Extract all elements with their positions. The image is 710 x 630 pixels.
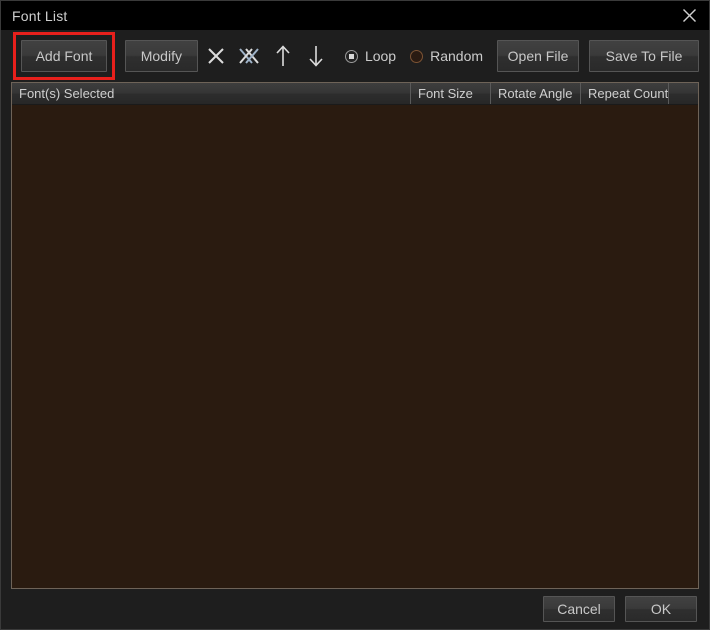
- modify-button[interactable]: Modify: [125, 40, 198, 72]
- delete-all-icon: [238, 46, 262, 66]
- radio-random[interactable]: Random: [410, 48, 483, 64]
- ok-button[interactable]: OK: [625, 596, 697, 622]
- font-list-dialog: Font List Add Font Modify Loop Random Op…: [0, 0, 710, 630]
- delete-button[interactable]: [202, 39, 231, 73]
- arrow-down-icon: [308, 45, 324, 67]
- radio-loop-label: Loop: [364, 48, 397, 64]
- open-file-button[interactable]: Open File: [497, 40, 580, 72]
- radio-loop-indicator: [344, 49, 358, 63]
- delete-all-button[interactable]: [235, 39, 264, 73]
- toolbar: Add Font Modify Loop Random Open File Sa…: [1, 30, 709, 82]
- close-icon: [682, 8, 697, 23]
- cancel-button[interactable]: Cancel: [543, 596, 615, 622]
- table-body[interactable]: [12, 105, 698, 588]
- font-list-table: Font(s) Selected Font Size Rotate Angle …: [11, 82, 699, 589]
- window-title: Font List: [12, 7, 68, 24]
- arrow-up-icon: [275, 45, 291, 67]
- add-font-button[interactable]: Add Font: [21, 40, 107, 72]
- delete-icon: [206, 46, 226, 66]
- column-header-repeat-count[interactable]: Repeat Count: [581, 83, 669, 104]
- radio-random-label: Random: [430, 48, 484, 64]
- file-button-group: Open File Save To File: [497, 40, 700, 72]
- move-down-button[interactable]: [302, 39, 331, 73]
- column-header-rotate-angle[interactable]: Rotate Angle: [491, 83, 581, 104]
- add-font-highlight: Add Font: [13, 32, 115, 80]
- radio-random-indicator: [410, 49, 424, 63]
- radio-loop[interactable]: Loop: [344, 48, 397, 64]
- dialog-footer: Cancel OK: [1, 589, 709, 629]
- title-bar: Font List: [1, 1, 709, 30]
- column-header-font-size[interactable]: Font Size: [411, 83, 491, 104]
- move-up-button[interactable]: [268, 39, 297, 73]
- table-header-row: Font(s) Selected Font Size Rotate Angle …: [12, 83, 698, 105]
- playback-mode-radio-group: Loop Random: [344, 48, 497, 64]
- close-button[interactable]: [669, 1, 709, 30]
- save-to-file-button[interactable]: Save To File: [589, 40, 700, 72]
- column-header-spacer[interactable]: [669, 83, 698, 104]
- column-header-fonts-selected[interactable]: Font(s) Selected: [12, 83, 411, 104]
